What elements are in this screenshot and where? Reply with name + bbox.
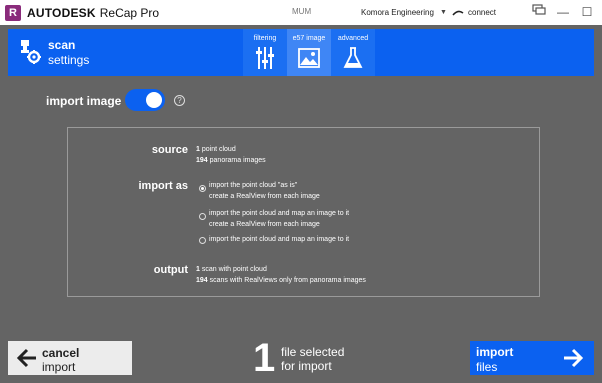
output-count-2: 194 — [196, 277, 208, 284]
source-count-2: 194 — [196, 157, 208, 164]
output-text-2: scans with RealViews only from panorama … — [209, 277, 366, 284]
import-as-option-3-line-1: import the point cloud and map an image … — [209, 236, 350, 243]
file-count: 1 — [253, 336, 276, 380]
source-text-2: panorama images — [209, 157, 266, 164]
import-as-option-1-line-2: create a RealView from each image — [209, 193, 320, 200]
scan-settings-header: scan settings filtering e57 image advanc… — [8, 29, 594, 76]
import-files-button[interactable]: import files — [470, 341, 594, 375]
import-as-option-3-radio[interactable] — [199, 237, 206, 244]
connect-label: connect — [468, 8, 497, 17]
import-image-toggle[interactable] — [125, 89, 165, 111]
title-bar: R AUTODESK ReCap Pro MUM Komora Engineer… — [0, 0, 602, 25]
output-count-1: 1 — [196, 266, 200, 273]
import-as-option-2-line-1: import the point cloud and map an image … — [209, 210, 350, 217]
header-title: scan — [48, 38, 76, 52]
file-count-label: file selected — [281, 345, 345, 359]
tab-label: e57 image — [292, 35, 326, 42]
cancel-label: cancel — [42, 346, 80, 360]
settings-tabs: filtering e57 image advanced — [243, 29, 375, 76]
output-label: output — [153, 264, 188, 276]
arrow-left-icon — [16, 348, 36, 368]
help-icon[interactable]: ? — [174, 95, 185, 106]
cancel-sublabel: import — [42, 360, 76, 374]
chevron-down-icon: ▼ — [439, 9, 447, 16]
toggle-knob — [146, 92, 162, 108]
source-count-1: 1 — [196, 146, 200, 153]
arrow-right-icon — [564, 348, 584, 368]
output-line-2: 194 scans with RealViews only from panor… — [196, 277, 366, 284]
app-name: ReCap Pro — [99, 5, 160, 20]
source-line-1: 1 point cloud — [196, 146, 236, 153]
output-text-1: scan with point cloud — [201, 266, 267, 273]
tab-label: advanced — [337, 35, 369, 42]
recap-logo-icon: R — [5, 4, 21, 21]
import-summary-panel: source 1 point cloud 194 panorama images… — [67, 127, 540, 297]
connect-button[interactable]: connect — [452, 8, 496, 17]
cancel-import-button[interactable]: cancel import — [8, 341, 132, 375]
import-as-option-1-radio[interactable] — [199, 185, 206, 192]
project-name: MUM — [292, 7, 312, 16]
sliders-icon — [256, 47, 274, 69]
source-line-2: 194 panorama images — [196, 157, 266, 164]
tab-e57-image[interactable]: e57 image — [287, 29, 331, 76]
source-text-1: point cloud — [201, 146, 236, 153]
account-dropdown[interactable]: Komora Engineering ▼ — [361, 8, 447, 17]
tab-filtering[interactable]: filtering — [243, 29, 287, 76]
app-brand: AUTODESK — [27, 5, 96, 20]
import-sublabel: files — [476, 360, 498, 374]
tab-label: filtering — [253, 35, 277, 42]
image-icon — [298, 48, 320, 68]
header-subtitle: settings — [48, 53, 90, 67]
import-as-option-2-radio[interactable] — [199, 213, 206, 220]
maximize-icon[interactable]: ☐ — [580, 4, 594, 20]
source-label: source — [151, 144, 188, 156]
import-as-option-1-line-1: import the point cloud "as is" — [209, 182, 298, 189]
import-image-label: import image — [46, 94, 122, 108]
tab-advanced[interactable]: advanced — [331, 29, 375, 76]
scan-settings-icon — [21, 40, 41, 64]
file-count-sublabel: for import — [281, 359, 332, 373]
flask-icon — [343, 47, 363, 68]
account-name: Komora Engineering — [361, 8, 434, 17]
output-line-1: 1 scan with point cloud — [196, 266, 267, 273]
minimize-icon[interactable]: — — [556, 4, 570, 20]
chat-icon[interactable] — [532, 4, 546, 20]
import-label: import — [476, 345, 514, 359]
import-as-label: import as — [138, 180, 188, 192]
connect-icon — [452, 10, 464, 15]
import-as-option-2-line-2: create a RealView from each image — [209, 221, 320, 228]
